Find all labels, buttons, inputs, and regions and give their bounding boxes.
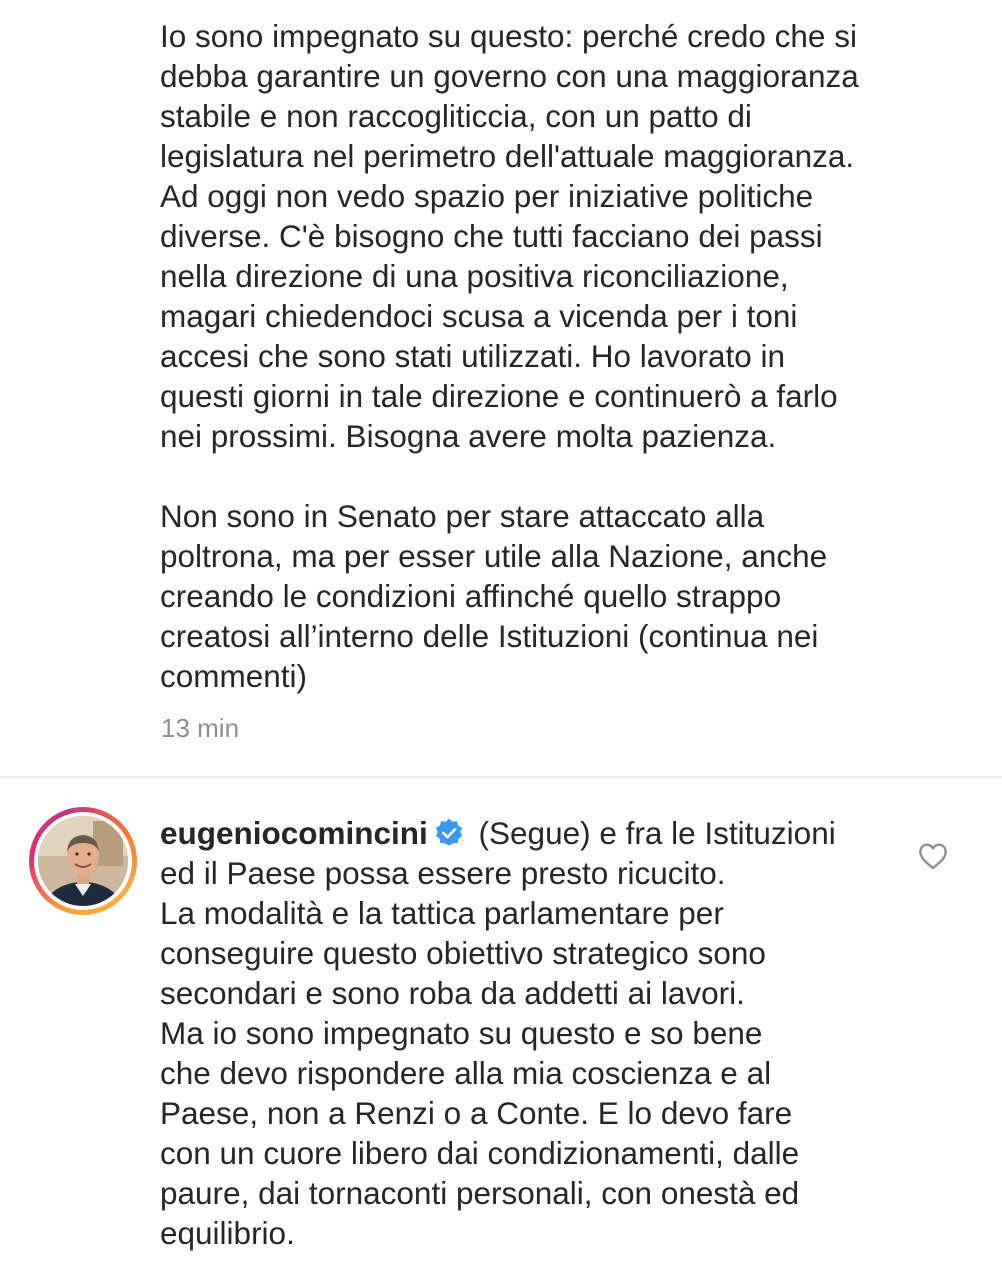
avatar[interactable]: [38, 816, 128, 906]
reply-text: (Segue) e fra le Istituzioni ed il Paese…: [160, 815, 836, 1251]
previous-comment-text: Io sono impegnato su questo: perché cred…: [160, 18, 859, 694]
verified-check-icon: [435, 818, 462, 846]
reply-comment: eugeniocomincini (Segue) e fra le Istitu…: [160, 813, 920, 1253]
username[interactable]: eugeniocomincini: [160, 815, 428, 851]
story-ring[interactable]: [29, 807, 137, 915]
comment-timestamp[interactable]: 13 min: [161, 711, 239, 745]
comment-divider: [0, 776, 1002, 778]
heart-outline-icon[interactable]: [917, 840, 949, 872]
avatar-gap: [34, 812, 132, 910]
avatar-photo: [38, 816, 128, 906]
